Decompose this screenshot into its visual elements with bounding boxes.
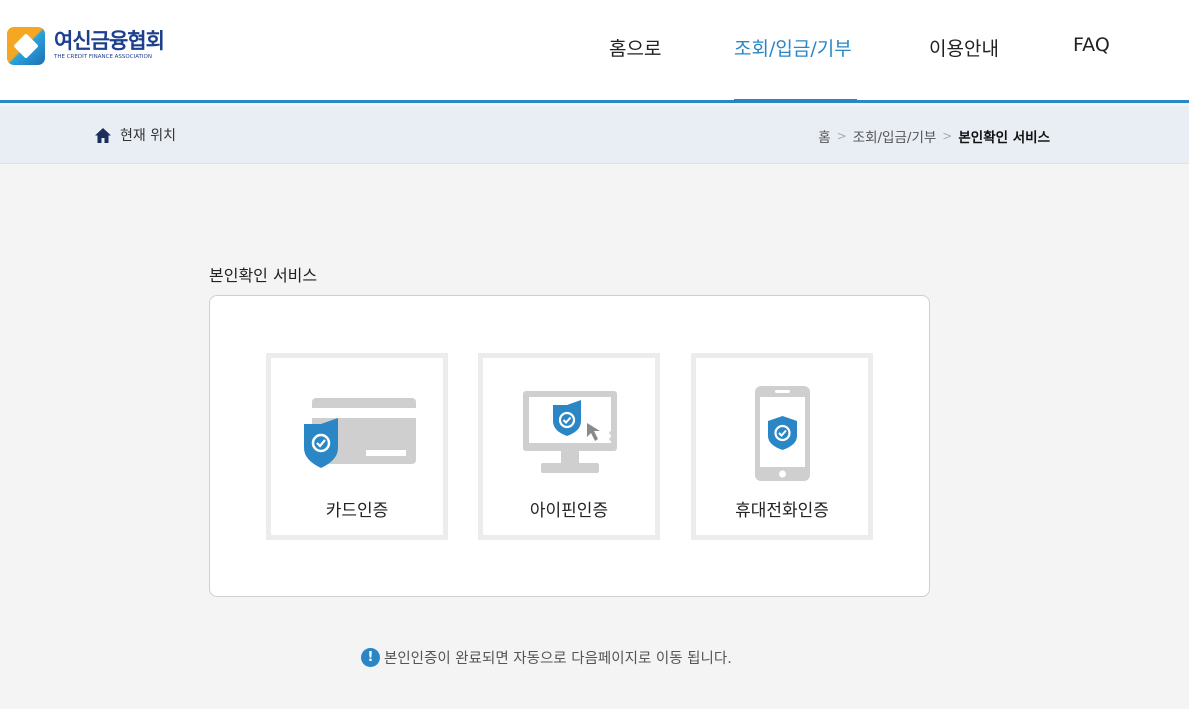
auth-options-panel: 카드인증 아이핀인증 휴대전화인증 <box>209 295 930 597</box>
breadcrumb-separator: > <box>836 129 847 143</box>
breadcrumb-inquiry[interactable]: 조회/입금/기부 <box>853 126 937 146</box>
nav-item-guide[interactable]: 이용안내 <box>929 34 999 61</box>
breadcrumb-separator: > <box>942 129 953 143</box>
location-bar: 현재 위치 홈 > 조회/입금/기부 > 본인확인 서비스 <box>0 106 1189 164</box>
nav-item-home[interactable]: 홈으로 <box>609 34 661 61</box>
logo-mark-icon <box>7 27 45 65</box>
page-title: 본인확인 서비스 <box>209 266 318 285</box>
breadcrumb-current: 본인확인 서비스 <box>958 130 1050 146</box>
logo[interactable]: 여신금융협회 THE CREDIT FINANCE ASSOCIATION <box>7 27 165 65</box>
phone-auth-button[interactable]: 휴대전화인증 <box>691 353 873 540</box>
ipin-auth-button[interactable]: 아이핀인증 <box>478 353 660 540</box>
ipin-auth-label: 아이핀인증 <box>529 501 609 521</box>
card-auth-label: 카드인증 <box>325 501 389 521</box>
card-shield-icon <box>304 398 416 468</box>
monitor-shield-icon <box>523 391 617 473</box>
phone-auth-label: 휴대전화인증 <box>735 501 829 521</box>
nav-item-faq[interactable]: FAQ <box>1073 34 1110 56</box>
home-icon <box>95 127 111 143</box>
logo-name-en: THE CREDIT FINANCE ASSOCIATION <box>54 54 152 61</box>
info-exclamation-icon: ! <box>361 648 380 667</box>
nav-active-indicator <box>734 99 857 102</box>
breadcrumb-home[interactable]: 홈 <box>818 126 830 146</box>
site-header: 여신금융협회 THE CREDIT FINANCE ASSOCIATION 홈으… <box>0 0 1189 103</box>
logo-name-ko: 여신금융협회 <box>54 29 165 54</box>
phone-shield-icon <box>755 386 810 481</box>
card-auth-button[interactable]: 카드인증 <box>266 353 448 540</box>
notice-text: 본인인증이 완료되면 자동으로 다음페이지로 이동 됩니다. <box>384 651 732 667</box>
nav-item-inquiry[interactable]: 조회/입금/기부 <box>734 34 852 61</box>
location-label: 현재 위치 <box>120 128 176 144</box>
breadcrumb: 홈 > 조회/입금/기부 > 본인확인 서비스 <box>818 126 1050 146</box>
auto-redirect-notice: ! 본인인증이 완료되면 자동으로 다음페이지로 이동 됩니다. <box>361 647 732 668</box>
